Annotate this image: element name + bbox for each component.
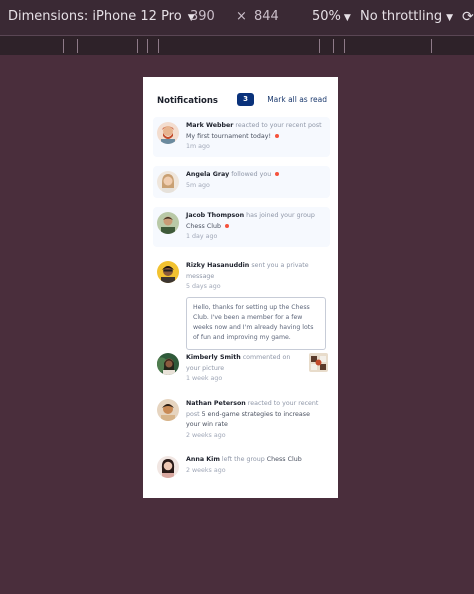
notification-user[interactable]: Anna Kim [186,456,220,463]
breakpoint-marker[interactable] [344,39,345,53]
notification-time: 1 week ago [186,375,223,382]
breakpoint-marker[interactable] [63,39,64,53]
breakpoint-marker[interactable] [333,39,334,53]
notification-item[interactable]: Anna Kim left the group Chess Club 2 wee… [153,451,330,483]
unread-count-badge: 3 [237,93,254,106]
breakpoint-marker[interactable] [319,39,320,53]
device-select[interactable]: Dimensions: iPhone 12 Pro ▼ [8,9,195,24]
notification-target[interactable]: Chess Club [267,456,302,463]
height-input[interactable]: 844 [254,9,279,24]
avatar [157,212,179,234]
breakpoint-marker[interactable] [137,39,138,53]
width-input[interactable]: 390 [190,9,215,24]
notification-item[interactable]: Mark Webber reacted to your recent post … [153,117,330,157]
zoom-select[interactable]: 50% ▼ [312,9,351,24]
avatar [157,353,179,375]
private-message-preview[interactable]: Hello, thanks for setting up the Chess C… [186,296,326,350]
dimension-separator: × [236,9,247,24]
rotate-icon[interactable]: ⟳ [462,9,474,25]
notification-time: 5 days ago [186,283,221,290]
breakpoint-marker[interactable] [147,39,148,53]
device-label: Dimensions: iPhone 12 Pro [8,9,182,24]
chevron-down-icon: ▼ [446,13,453,23]
unread-dot-icon [275,172,280,176]
notification-item[interactable]: Angela Gray followed you 5m ago [153,166,330,198]
notifications-card: Notifications 3 Mark all as read Mark We… [143,77,338,498]
avatar [157,399,179,421]
notification-time: 5m ago [186,181,210,189]
notification-target[interactable]: Chess Club [186,223,221,230]
notification-item[interactable]: Kimberly Smith commented on your picture… [153,349,330,385]
media-query-bar[interactable] [0,35,474,55]
avatar [157,122,179,144]
notification-item[interactable]: Jacob Thompson has joined your group Che… [153,207,330,247]
notification-time: 1 day ago [186,233,218,240]
notification-user[interactable]: Rizky Hasanuddin [186,262,249,269]
chevron-down-icon: ▼ [343,13,351,23]
notification-action: reacted to your recent post [235,122,322,129]
avatar [157,456,179,478]
devtools-toolbar: Dimensions: iPhone 12 Pro ▼ 390 × 844 50%… [0,0,474,35]
page-title: Notifications [157,96,218,106]
notification-user[interactable]: Kimberly Smith [186,354,241,361]
notification-action: left the group [221,456,265,463]
notification-user[interactable]: Jacob Thompson [186,212,244,219]
notification-target[interactable]: 5 end-game strategies to increase your w… [186,411,310,429]
mark-all-read-button[interactable]: Mark all as read [267,95,327,104]
notification-item[interactable]: Rizky Hasanuddin sent you a private mess… [153,257,330,350]
notification-user[interactable]: Angela Gray [186,171,229,178]
unread-dot-icon [275,133,280,138]
unread-dot-icon [224,223,229,228]
notification-time: 2 weeks ago [186,466,226,474]
notification-action: followed you [231,171,272,178]
zoom-label: 50% [312,9,341,24]
throttling-label: No throttling [360,9,443,24]
notification-time: 2 weeks ago [186,431,226,439]
commented-picture-thumbnail[interactable] [309,353,328,372]
notification-item[interactable]: Nathan Peterson reacted to your recent p… [153,395,330,441]
avatar [157,171,179,193]
notification-target[interactable]: My first tournament today! [186,133,271,140]
avatar [157,261,179,283]
breakpoint-marker[interactable] [77,39,78,53]
notification-user[interactable]: Mark Webber [186,122,233,129]
breakpoint-marker[interactable] [158,39,159,53]
notifications-header: Notifications 3 Mark all as read [157,93,327,109]
notification-user[interactable]: Nathan Peterson [186,400,246,407]
throttling-select[interactable]: No throttling ▼ [360,9,453,24]
breakpoint-marker[interactable] [431,39,432,53]
notification-action: has joined your group [246,212,315,219]
notification-time: 1m ago [186,143,210,150]
